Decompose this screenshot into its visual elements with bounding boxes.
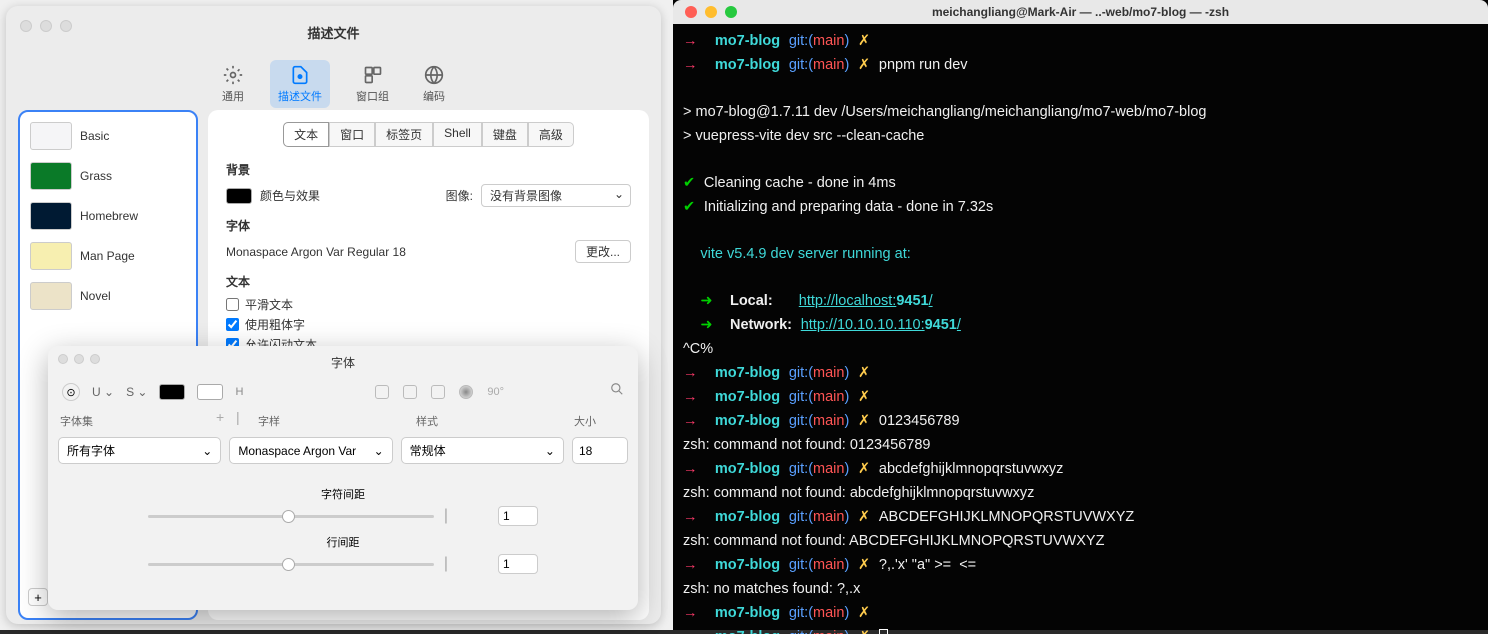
bold-font-checkbox[interactable] [226, 318, 239, 331]
char-spacing-input[interactable] [498, 506, 538, 526]
section-text: 文本 [226, 273, 631, 290]
profile-basic[interactable]: Basic [24, 116, 192, 156]
add-profile-button[interactable]: + [28, 588, 48, 606]
font-value: Monaspace Argon Var Regular 18 [226, 245, 406, 259]
bg-image-select[interactable]: 没有背景图像 ⌄ [481, 184, 631, 207]
font-panel: 字体 ⊙ U ⌄ S ⌄ H 90° 字体集 + | 字样 样式 [48, 346, 638, 610]
titlebar: 描述文件 [6, 6, 661, 58]
terminal-titlebar: meichangliang@Mark-Air — ..-web/mo7-blog… [673, 0, 1488, 24]
tab-tabs[interactable]: 标签页 [375, 122, 433, 147]
window-title: 描述文件 [307, 23, 359, 42]
toolbar-groups[interactable]: 窗口组 [348, 60, 397, 108]
toolbar-encoding[interactable]: 编码 [415, 60, 453, 108]
typeface-select[interactable]: Monaspace Argon Var⌄ [229, 437, 392, 464]
change-font-button[interactable]: 更改... [575, 240, 631, 263]
gear-icon [222, 64, 244, 86]
style-select[interactable]: 常规体⌄ [401, 437, 564, 464]
bg-color-swatch[interactable] [226, 188, 252, 204]
strike-menu[interactable]: S ⌄ [126, 385, 147, 399]
toolbar-profiles[interactable]: 描述文件 [270, 60, 330, 108]
tab-text[interactable]: 文本 [283, 122, 329, 147]
h-button[interactable]: H [235, 386, 243, 398]
tab-shell[interactable]: Shell [433, 122, 482, 147]
tab-window[interactable]: 窗口 [329, 122, 375, 147]
terminal-traffic[interactable] [685, 6, 737, 18]
font-panel-title: 字体 [48, 346, 638, 379]
search-icon[interactable] [610, 382, 624, 401]
size-input[interactable] [572, 437, 628, 464]
font-panel-toolbar: ⊙ U ⌄ S ⌄ H 90° [48, 379, 638, 405]
col-typeface: 字样 [256, 409, 406, 433]
traffic-lights[interactable] [20, 20, 72, 32]
toolbar-general[interactable]: 通用 [214, 60, 252, 108]
rotation-label: 90° [487, 386, 504, 398]
col-family: 字体集 [58, 409, 208, 433]
family-select[interactable]: 所有字体⌄ [58, 437, 221, 464]
line-spacing-input[interactable] [498, 554, 538, 574]
font-panel-traffic[interactable] [58, 354, 100, 364]
col-size: 大小 [572, 409, 628, 433]
preferences-app: 描述文件 通用 描述文件 窗口组 [0, 0, 673, 630]
tab-advanced[interactable]: 高级 [528, 122, 574, 147]
image-label: 图像: [446, 187, 473, 204]
smooth-text-checkbox[interactable] [226, 298, 239, 311]
shadow-angle[interactable] [459, 385, 473, 399]
terminal-app: meichangliang@Mark-Air — ..-web/mo7-blog… [673, 0, 1488, 630]
globe-icon [423, 64, 445, 86]
sub-tabs: 文本 窗口 标签页 Shell 键盘 高级 [226, 122, 631, 147]
shadow-2[interactable] [403, 385, 417, 399]
profile-grass[interactable]: Grass [24, 156, 192, 196]
profile-homebrew[interactable]: Homebrew [24, 196, 192, 236]
underline-menu[interactable]: U ⌄ [92, 385, 114, 399]
profile-icon [289, 64, 311, 86]
profile-manpage[interactable]: Man Page [24, 236, 192, 276]
tab-keyboard[interactable]: 键盘 [482, 122, 528, 147]
text-color-pick[interactable] [159, 384, 185, 400]
shadow-1[interactable] [375, 385, 389, 399]
line-spacing-label: 行间距 [148, 534, 538, 550]
terminal-body[interactable]: → mo7-blog git:(main) ✗ → mo7-blog git:(… [673, 24, 1488, 634]
add-family-icon[interactable]: + [216, 409, 228, 433]
line-spacing-slider[interactable] [148, 563, 434, 566]
section-font: 字体 [226, 217, 631, 234]
color-effect-label: 颜色与效果 [260, 187, 320, 204]
toolbar: 通用 描述文件 窗口组 编码 [6, 58, 661, 110]
bg-color-pick[interactable] [197, 384, 223, 400]
action-menu[interactable]: ⊙ [62, 383, 80, 401]
col-style: 样式 [414, 409, 564, 433]
shadow-3[interactable] [431, 385, 445, 399]
windows-icon [362, 64, 384, 86]
terminal-title: meichangliang@Mark-Air — ..-web/mo7-blog… [932, 5, 1229, 19]
section-background: 背景 [226, 161, 631, 178]
char-spacing-label: 字符间距 [148, 486, 538, 502]
profile-novel[interactable]: Novel [24, 276, 192, 316]
char-spacing-slider[interactable] [148, 515, 434, 518]
